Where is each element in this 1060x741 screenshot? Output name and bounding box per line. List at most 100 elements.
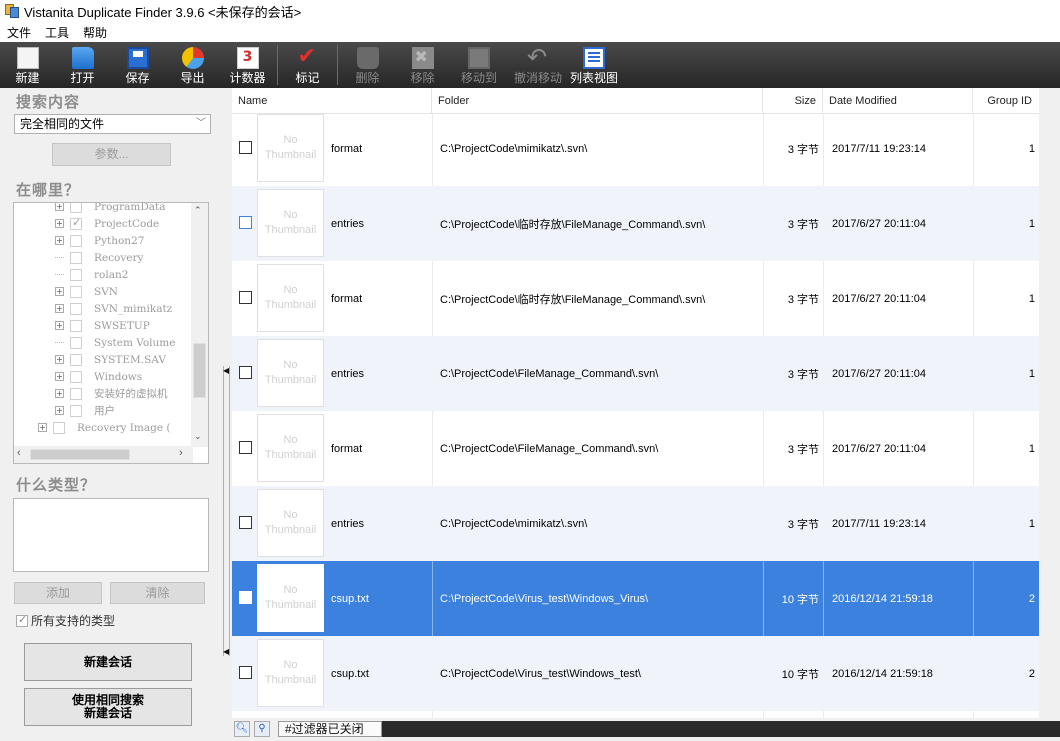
table-row[interactable]: No Thumbnail entries C:\ProjectCode\临时存放\Fi… (232, 186, 1039, 261)
list-view-button[interactable]: 列表视图 (568, 42, 620, 88)
tree-item-checkbox[interactable] (70, 336, 82, 349)
tree-item[interactable]: + Python27 (55, 232, 144, 249)
table-row[interactable]: No Thumbnail entries C:\ProjectCode\FileMan… (232, 336, 1039, 411)
table-row[interactable]: No Thumbnail entries C:\ProjectCode\mimikat… (232, 486, 1039, 561)
tree-connector-icon (55, 342, 64, 343)
tree-item[interactable]: rolan2 (55, 266, 128, 283)
row-checkbox[interactable] (239, 441, 252, 454)
undo-move-button[interactable]: 撤消移动 (508, 42, 568, 88)
tree-item[interactable]: + 用户 (55, 402, 115, 419)
row-checkbox[interactable] (239, 666, 252, 679)
tree-horizontal-scrollbar[interactable]: ‹ › (14, 446, 193, 463)
tree-item[interactable]: + Windows (55, 368, 142, 385)
thumbnail-placeholder: No Thumbnail (257, 264, 324, 332)
clear-types-button[interactable]: 清除 (110, 582, 205, 604)
filter-icon[interactable]: ⚲ (254, 721, 270, 737)
all-types-check-box[interactable] (16, 613, 28, 627)
tree-item[interactable]: + Recovery Image ( (38, 419, 171, 436)
expand-plus-icon[interactable]: + (55, 219, 64, 228)
collapse-left-icon-bottom[interactable]: ◀ (223, 647, 229, 656)
expand-plus-icon[interactable]: + (55, 355, 64, 364)
menu-tools[interactable]: 工具 (38, 24, 76, 41)
mark-button[interactable]: 标记 (280, 42, 335, 88)
table-row[interactable]: No Thumbnail csup.txt C:\ProjectCode\Virus_… (232, 561, 1039, 636)
tree-hscroll-thumb[interactable] (30, 449, 130, 460)
new-session-button[interactable]: 新建会话 (24, 643, 192, 681)
tree-item-checkbox[interactable] (53, 421, 65, 434)
collapse-left-icon[interactable]: ◀ (223, 366, 229, 375)
file-type-list[interactable] (13, 498, 209, 572)
tree-item-checkbox[interactable] (70, 353, 82, 366)
params-button[interactable]: 参数... (52, 143, 171, 166)
new-button[interactable]: 新建 (0, 42, 55, 88)
tree-item-checkbox[interactable] (70, 203, 82, 213)
counter-button[interactable]: 计数器 (220, 42, 275, 88)
export-button[interactable]: 导出 (165, 42, 220, 88)
tree-item[interactable]: + 安装好的虚拟机 (55, 385, 168, 402)
add-type-button[interactable]: 添加 (14, 582, 102, 604)
expand-plus-icon[interactable]: + (55, 406, 64, 415)
row-checkbox[interactable] (239, 141, 252, 154)
list-scrollbar[interactable] (1039, 88, 1060, 718)
tree-item-checkbox[interactable] (70, 302, 82, 315)
tree-item-checkbox[interactable] (70, 387, 82, 400)
search-icon[interactable]: 🔍︎ (234, 721, 250, 737)
row-checkbox[interactable] (239, 591, 252, 604)
tree-item[interactable]: + SYSTEM.SAV (55, 351, 166, 368)
scroll-left-icon[interactable]: ‹ (17, 447, 21, 459)
tree-item-checkbox[interactable] (70, 319, 82, 332)
row-checkbox[interactable] (239, 366, 252, 379)
tree-item-checkbox[interactable] (70, 234, 82, 247)
expand-plus-icon[interactable]: + (55, 203, 64, 211)
delete-button[interactable]: 删除 (340, 42, 395, 88)
search-mode-select[interactable]: 完全相同的文件 ﹀ (14, 114, 211, 134)
tree-item-checkbox[interactable] (70, 216, 82, 230)
folder-tree[interactable]: + ProgramData + ProjectCode + Python27 Recover… (13, 202, 209, 464)
row-checkbox[interactable] (239, 216, 252, 229)
expand-plus-icon[interactable]: + (55, 236, 64, 245)
table-row[interactable]: No Thumbnail csup.txt C:\ProjectCode\Virus_… (232, 636, 1039, 711)
tree-item-checkbox[interactable] (70, 404, 82, 417)
expand-plus-icon[interactable]: + (38, 423, 47, 432)
table-row[interactable]: No Thumbnail format C:\ProjectCode\FileMana… (232, 411, 1039, 486)
expand-plus-icon[interactable]: + (55, 287, 64, 296)
expand-plus-icon[interactable]: + (55, 372, 64, 381)
tree-scroll-thumb[interactable] (193, 343, 206, 398)
open-button[interactable]: 打开 (55, 42, 110, 88)
move-to-button[interactable]: 移动到 (450, 42, 508, 88)
tree-item[interactable]: System Volume (55, 334, 175, 351)
thumb-text-line2: Thumbnail (264, 674, 317, 686)
expand-plus-icon[interactable]: + (55, 389, 64, 398)
table-row[interactable]: No Thumbnail format C:\ProjectCode\临时存放\Fil… (232, 261, 1039, 336)
thumbnail-placeholder: No Thumbnail (257, 339, 324, 407)
scroll-down-icon[interactable]: ⌄ (194, 431, 202, 442)
remove-button[interactable]: 移除 (395, 42, 450, 88)
menu-help[interactable]: 帮助 (76, 24, 114, 41)
table-row[interactable]: No Thumbnail format C:\ProjectCode\mimikatz… (232, 111, 1039, 186)
row-checkbox[interactable] (239, 291, 252, 304)
tree-item-checkbox[interactable] (70, 251, 82, 264)
panel-splitter[interactable]: ◀ ◀ (222, 88, 232, 718)
all-types-checkbox[interactable]: 所有支持的类型 (16, 612, 115, 629)
new-session-same-search-button[interactable]: 使用相同搜索 新建会话 (24, 688, 192, 726)
menu-file[interactable]: 文件 (0, 24, 38, 41)
tree-item[interactable]: + SVN_mimikatz (55, 300, 172, 317)
tree-vertical-scrollbar[interactable]: ⌃ ⌄ (191, 203, 208, 447)
expand-plus-icon[interactable]: + (55, 304, 64, 313)
file-folder: C:\ProjectCode\Virus_test\Windows_Virus\ (440, 592, 649, 605)
scroll-right-icon[interactable]: › (179, 447, 183, 459)
tree-item-checkbox[interactable] (70, 285, 82, 298)
scroll-up-icon[interactable]: ⌃ (194, 205, 202, 216)
file-date: 2017/7/11 19:23:14 (832, 517, 926, 530)
tree-item[interactable]: + ProgramData (55, 203, 166, 215)
tree-item[interactable]: + ProjectCode (55, 215, 159, 232)
splitter-grip[interactable]: ◀ ◀ (223, 366, 230, 656)
tree-item[interactable]: + SWSETUP (55, 317, 150, 334)
tree-item[interactable]: Recovery (55, 249, 143, 266)
expand-plus-icon[interactable]: + (55, 321, 64, 330)
row-checkbox[interactable] (239, 516, 252, 529)
tree-item-checkbox[interactable] (70, 370, 82, 383)
tree-item-checkbox[interactable] (70, 268, 82, 281)
tree-item[interactable]: + SVN (55, 283, 118, 300)
save-button[interactable]: 保存 (110, 42, 165, 88)
